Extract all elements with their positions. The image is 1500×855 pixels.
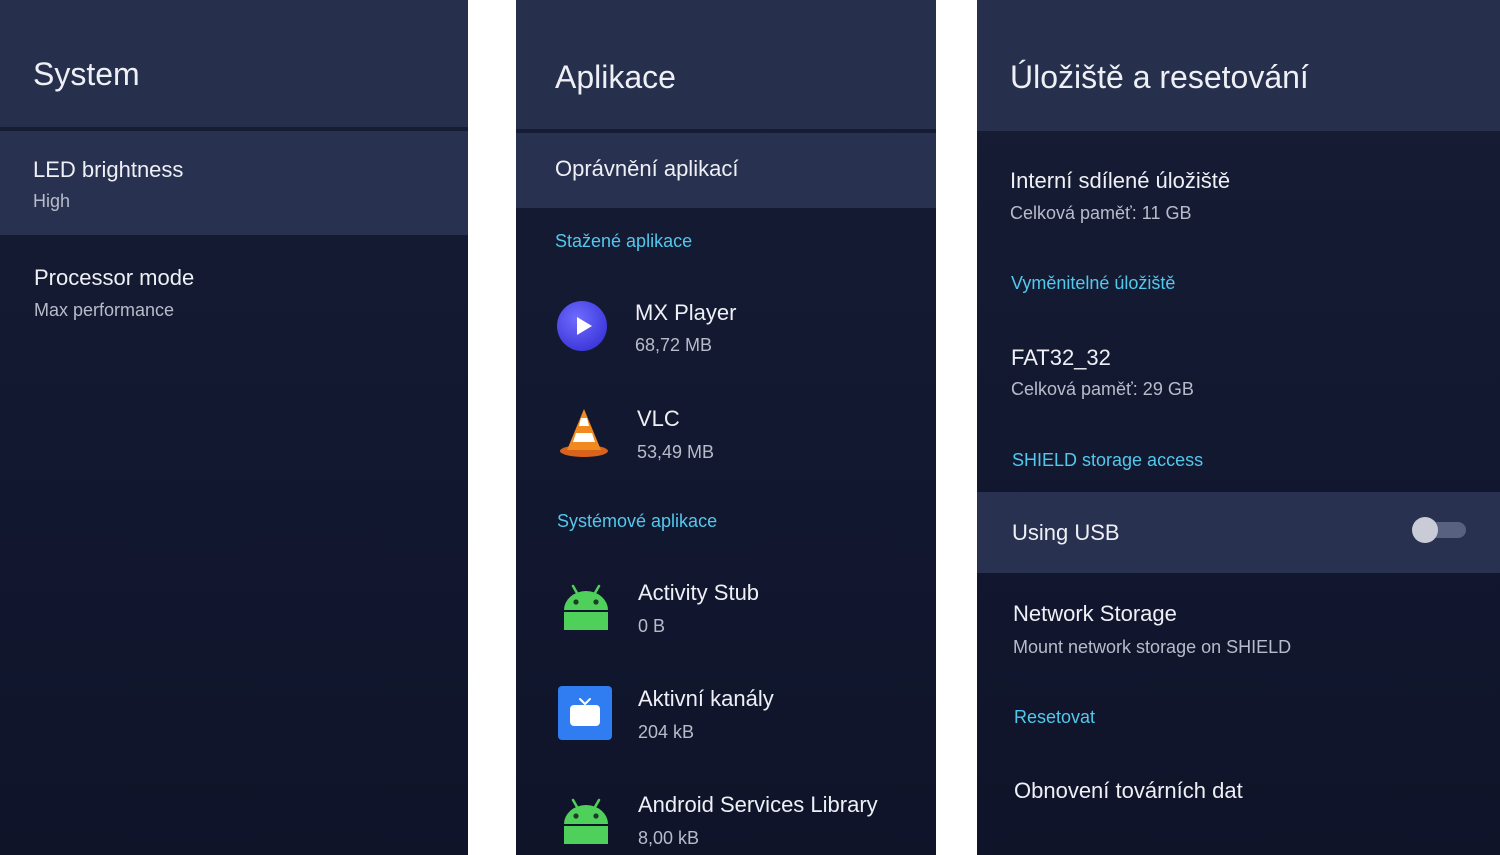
page-title: System: [33, 56, 140, 92]
internal-storage-capacity: Celková paměť: 11 GB: [1010, 203, 1192, 223]
app-list-item-activity-stub[interactable]: Activity Stub 0 B: [516, 562, 936, 658]
processor-mode-item[interactable]: Processor mode Max performance: [0, 240, 468, 344]
led-brightness-item[interactable]: LED brightness High: [0, 131, 468, 235]
apps-settings-panel: Aplikace Oprávnění aplikací Stažené apli…: [516, 0, 936, 855]
system-apps-header: Systémové aplikace: [557, 511, 718, 531]
android-robot-icon: [564, 798, 608, 844]
internal-storage-item[interactable]: Interní sdílené úložiště Celková paměť: …: [977, 140, 1500, 240]
internal-storage-title: Interní sdílené úložiště: [1010, 168, 1231, 193]
factory-reset-item[interactable]: Obnovení továrních dat: [977, 760, 1500, 840]
downloaded-apps-header: Stažené aplikace: [555, 231, 693, 251]
network-storage-title: Network Storage: [1013, 601, 1177, 626]
page-title: Úložiště a resetování: [1010, 59, 1309, 95]
using-usb-item[interactable]: Using USB: [977, 492, 1500, 573]
app-name: MX Player: [635, 300, 737, 325]
app-list-item-android-services-library[interactable]: Android Services Library 8,00 kB: [516, 774, 936, 855]
app-size: 8,00 kB: [638, 828, 700, 848]
vlc-cone-icon: [560, 409, 608, 457]
using-usb-label: Using USB: [1012, 520, 1120, 545]
shield-storage-header: SHIELD storage access: [1012, 450, 1204, 470]
reset-header: Resetovat: [1014, 707, 1096, 727]
panel-header: System: [0, 0, 468, 127]
app-size: 68,72 MB: [635, 335, 713, 355]
app-name: VLC: [637, 406, 680, 431]
factory-reset-label: Obnovení továrních dat: [1014, 778, 1243, 803]
network-storage-subtitle: Mount network storage on SHIELD: [1013, 637, 1292, 657]
led-brightness-title: LED brightness: [33, 157, 184, 182]
tv-channels-icon: [558, 686, 612, 740]
led-brightness-value: High: [33, 191, 71, 211]
mx-player-icon: [557, 301, 607, 351]
fat32-storage-capacity: Celková paměť: 29 GB: [1011, 379, 1194, 399]
network-storage-item[interactable]: Network Storage Mount network storage on…: [977, 586, 1500, 686]
app-list-item-aktivni-kanaly[interactable]: Aktivní kanály 204 kB: [516, 668, 936, 764]
processor-mode-title: Processor mode: [34, 265, 195, 290]
fat32-storage-title: FAT32_32: [1011, 345, 1111, 370]
app-name: Aktivní kanály: [638, 686, 774, 711]
app-name: Activity Stub: [638, 580, 760, 605]
storage-reset-panel: Úložiště a resetování Interní sdílené úl…: [977, 0, 1500, 855]
app-permissions-label: Oprávnění aplikací: [555, 156, 739, 181]
app-size: 53,49 MB: [637, 442, 715, 462]
page-title: Aplikace: [555, 59, 676, 95]
removable-storage-header: Vyměnitelné úložiště: [1011, 273, 1176, 293]
panel-header: Aplikace: [516, 0, 936, 129]
app-list-item-mx-player[interactable]: MX Player 68,72 MB: [516, 282, 936, 378]
processor-mode-value: Max performance: [34, 300, 175, 320]
system-settings-panel: System LED brightness High Processor mod…: [0, 0, 468, 855]
app-size: 0 B: [638, 616, 666, 636]
panel-header: Úložiště a resetování: [977, 0, 1500, 131]
app-list-item-vlc[interactable]: VLC 53,49 MB: [516, 388, 936, 484]
fat32-storage-item[interactable]: FAT32_32 Celková paměť: 29 GB: [977, 318, 1500, 418]
app-size: 204 kB: [638, 722, 695, 742]
app-permissions-item[interactable]: Oprávnění aplikací: [516, 133, 936, 208]
android-robot-icon: [564, 584, 608, 630]
app-name: Android Services Library: [638, 792, 878, 817]
using-usb-toggle[interactable]: [1412, 517, 1468, 543]
toggle-knob: [1412, 517, 1438, 543]
